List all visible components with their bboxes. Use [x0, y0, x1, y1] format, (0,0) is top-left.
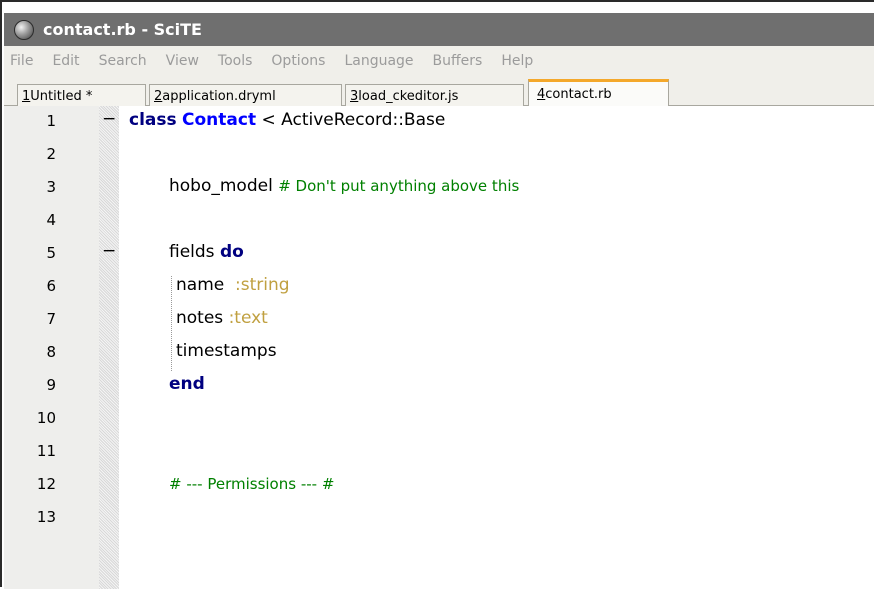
line-number: 1 — [46, 112, 56, 130]
code-identifier: fields — [169, 242, 220, 262]
code-line-1: 1 − class Contact < ActiveRecord::Base — [4, 106, 874, 139]
line-number: 7 — [46, 310, 56, 328]
code-line-7: 7 notes :text — [4, 304, 874, 337]
tab-load-ckeditor-js[interactable]: 3 load_ckeditor.js — [345, 84, 524, 107]
line-number: 11 — [36, 442, 56, 460]
class-name: Contact — [182, 110, 257, 130]
menu-edit[interactable]: Edit — [42, 53, 88, 69]
code-line-11: 11 — [4, 436, 874, 469]
keyword: do — [219, 242, 244, 262]
code-line-12: 12 # --- Permissions --- # — [4, 469, 874, 502]
line-number: 3 — [46, 178, 56, 196]
code-editor[interactable]: 1 − class Contact < ActiveRecord::Base 2… — [4, 106, 874, 589]
menu-language[interactable]: Language — [334, 53, 422, 69]
code-text: name :string — [176, 275, 290, 295]
code-line-4: 4 — [4, 205, 874, 238]
code-identifier: timestamps — [176, 341, 277, 361]
menu-bar: File Edit Search View Tools Options Lang… — [4, 46, 874, 76]
menu-options[interactable]: Options — [261, 53, 334, 69]
buffer-tab-bar: 1 Untitled * 2 application.dryml 3 load_… — [4, 75, 874, 107]
code-line-6: 6 name :string — [4, 271, 874, 304]
line-number: 9 — [46, 376, 56, 394]
title-bar[interactable]: contact.rb - SciTE — [4, 13, 874, 46]
code-identifier: name — [176, 275, 236, 295]
tab-contact-rb[interactable]: 4 contact.rb — [528, 79, 669, 107]
menu-view[interactable]: View — [156, 53, 208, 69]
keyword: end — [169, 374, 205, 394]
tab-number: 3 — [350, 88, 359, 104]
code-symbol: :text — [228, 308, 268, 328]
line-number: 6 — [46, 277, 56, 295]
fold-collapse-icon[interactable]: − — [102, 241, 116, 261]
code-symbol: :string — [235, 275, 290, 295]
code-text: fields do — [169, 242, 244, 262]
code-text: hobo_model # Don't put anything above th… — [169, 176, 519, 196]
tab-untitled[interactable]: 1 Untitled * — [17, 84, 146, 107]
line-number: 12 — [36, 475, 56, 493]
line-number: 8 — [46, 343, 56, 361]
code-line-10: 10 — [4, 403, 874, 436]
tab-label: contact.rb — [545, 87, 612, 102]
tab-number: 1 — [22, 88, 31, 104]
indent-guide — [171, 276, 172, 371]
code-line-5: 5 − fields do — [4, 238, 874, 271]
window-title: contact.rb - SciTE — [43, 20, 202, 39]
menu-file[interactable]: File — [4, 53, 42, 69]
line-number: 10 — [36, 409, 56, 427]
code-text: notes :text — [176, 308, 268, 328]
code-identifier: notes — [176, 308, 229, 328]
code-line-3: 3 hobo_model # Don't put anything above … — [4, 172, 874, 205]
line-number: 2 — [46, 145, 56, 163]
keyword: class — [129, 110, 177, 130]
code-comment: # --- Permissions --- # — [169, 475, 335, 493]
menu-help[interactable]: Help — [491, 53, 542, 69]
code-line-2: 2 — [4, 139, 874, 172]
menu-buffers[interactable]: Buffers — [423, 53, 492, 69]
tab-number: 4 — [537, 87, 546, 102]
line-number: 13 — [36, 508, 56, 526]
code-rest: < ActiveRecord::Base — [256, 110, 446, 130]
scite-window: contact.rb - SciTE File Edit Search View… — [0, 0, 874, 589]
code-comment: # Don't put anything above this — [278, 177, 520, 195]
line-number: 5 — [46, 244, 56, 262]
code-text: class Contact < ActiveRecord::Base — [129, 110, 445, 130]
tab-label: Untitled * — [30, 88, 93, 104]
code-line-13: 13 — [4, 502, 874, 535]
scite-app-icon[interactable] — [14, 19, 34, 40]
menu-tools[interactable]: Tools — [208, 53, 262, 69]
code-line-9: 9 end — [4, 370, 874, 403]
code-identifier: hobo_model — [169, 176, 279, 196]
tab-application-dryml[interactable]: 2 application.dryml — [149, 84, 342, 107]
menu-search[interactable]: Search — [89, 53, 156, 69]
code-line-8: 8 timestamps — [4, 337, 874, 370]
tab-label: load_ckeditor.js — [358, 88, 459, 104]
tab-label: application.dryml — [162, 88, 276, 104]
tab-number: 2 — [154, 88, 163, 104]
line-number: 4 — [46, 211, 56, 229]
fold-collapse-icon[interactable]: − — [102, 109, 116, 129]
